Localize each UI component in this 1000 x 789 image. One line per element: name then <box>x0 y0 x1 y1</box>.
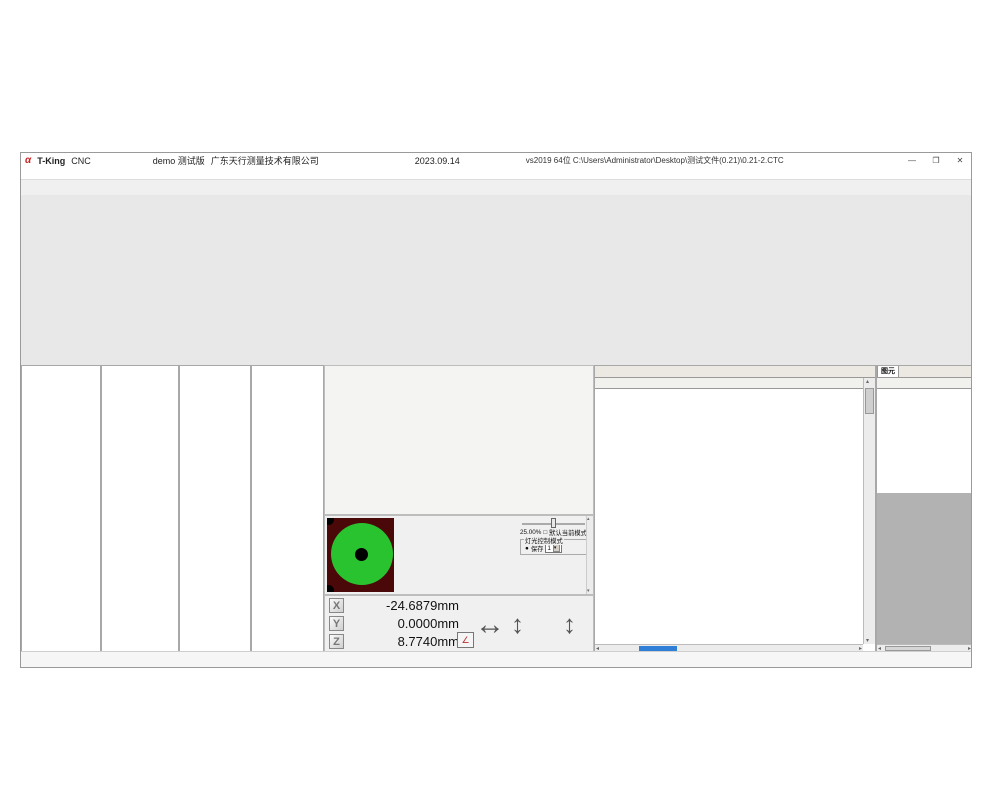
measurement-table <box>594 365 876 653</box>
company-label: 广东天行测量技术有限公司 <box>211 154 319 167</box>
ring-light-center-dot <box>355 548 368 561</box>
menu-bar <box>21 168 971 180</box>
chevron-down-icon: ▾ <box>553 544 560 552</box>
elements-empty-area <box>877 493 972 644</box>
z-position-value: 8.7740mm <box>344 634 459 649</box>
jog-horizontal-icon[interactable]: ↔ <box>475 612 505 638</box>
titlebar: α T-King CNC demo 测试版 广东天行测量技术有限公司 2023.… <box>21 153 971 168</box>
slider-thumb[interactable] <box>551 518 556 528</box>
master-brightness-value: 25.00% <box>520 529 541 536</box>
minimize-button[interactable]: — <box>905 156 919 165</box>
light-mode-group-label: 灯光控制模式 <box>524 536 564 545</box>
x-axis-button[interactable]: X <box>329 598 344 613</box>
app-logo-icon: α <box>25 155 31 166</box>
light-options: 25.00% □ 默认当前模式 灯光控制模式 ● 保存 1▾ <box>518 516 593 594</box>
lower-section: 25.00% □ 默认当前模式 灯光控制模式 ● 保存 1▾ <box>21 365 972 653</box>
maximize-button[interactable]: ❐ <box>929 156 943 165</box>
light-options-scrollbar[interactable] <box>586 516 593 594</box>
app-edition: CNC <box>71 156 91 166</box>
app-window: α T-King CNC demo 测试版 广东天行测量技术有限公司 2023.… <box>20 152 972 668</box>
measure-list-2 <box>101 365 179 653</box>
status-bar <box>21 651 972 667</box>
elements-panel: 图元 <box>876 365 972 653</box>
position-readout: X -24.6879mm Y 0.0000mm Z 8.7740mm ↔ ↕ ↕… <box>324 595 594 653</box>
app-name: T-King <box>37 156 65 166</box>
file-path-label: vs2019 64位 C:\Users\Administrator\Deskto… <box>526 155 784 166</box>
master-brightness-slider[interactable] <box>522 518 585 528</box>
table-vscrollbar[interactable] <box>863 378 875 644</box>
user-label: demo 测试版 <box>153 154 205 167</box>
x-position-value: -24.6879mm <box>344 598 459 613</box>
z-axis-button[interactable]: Z <box>329 634 344 649</box>
elements-header <box>877 378 972 389</box>
date-label: 2023.09.14 <box>415 156 460 166</box>
table-tabs <box>595 366 875 378</box>
measure-list-3 <box>179 365 251 653</box>
tab-elements[interactable]: 图元 <box>877 366 899 377</box>
jog-vertical-icon[interactable]: ↕ <box>511 604 524 644</box>
measure-list-4 <box>251 365 324 653</box>
jog-pad[interactable]: ↔ ↕ ↕ <box>475 604 555 646</box>
measure-toolbox <box>324 365 594 515</box>
table-body <box>595 389 863 644</box>
save-radio[interactable]: ● <box>525 545 529 552</box>
y-position-value: 0.0000mm <box>344 616 459 631</box>
table-header <box>595 378 875 389</box>
camera-row <box>21 195 972 365</box>
close-button[interactable]: ✕ <box>953 156 967 165</box>
measure-list-1 <box>21 365 101 653</box>
ring-light-preview[interactable] <box>327 518 394 592</box>
jog-z-icon[interactable]: ↕ <box>563 604 576 644</box>
y-axis-button[interactable]: Y <box>329 616 344 631</box>
light-mode-group: 灯光控制模式 ● 保存 1▾ <box>520 539 591 555</box>
light-control-panel: 25.00% □ 默认当前模式 灯光控制模式 ● 保存 1▾ <box>324 515 594 595</box>
angle-jog-button[interactable]: ∠ <box>457 632 474 648</box>
default-mode-checkbox[interactable]: □ <box>543 529 547 536</box>
